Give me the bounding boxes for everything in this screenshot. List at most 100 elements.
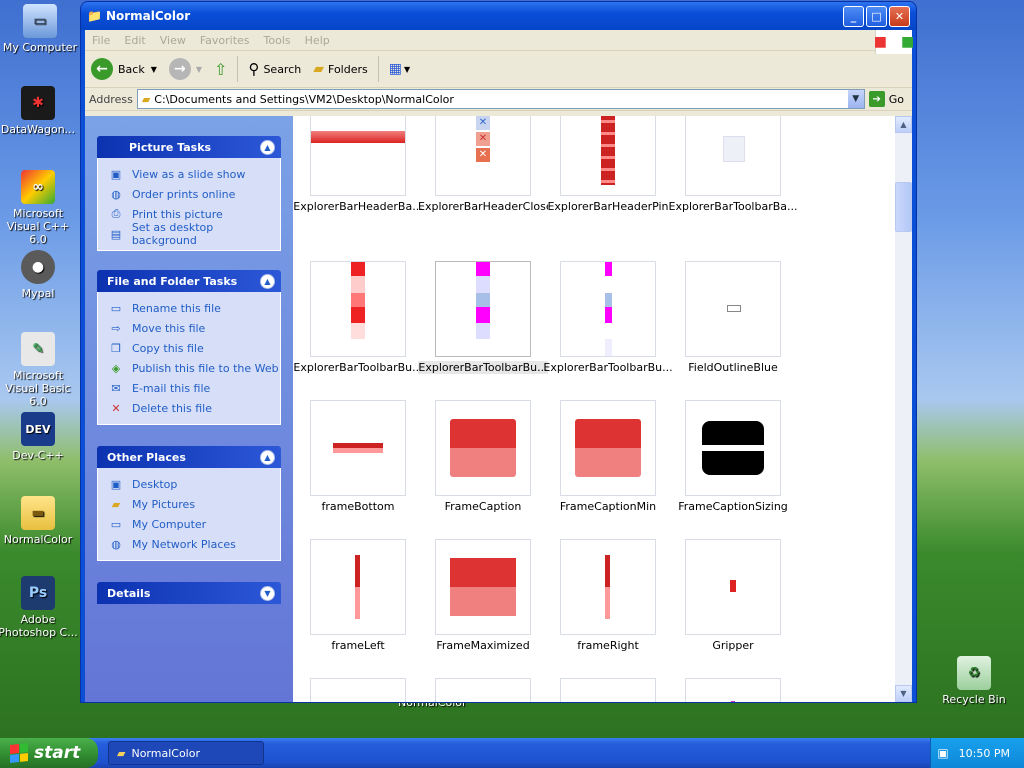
windows-flag-icon: [10, 743, 28, 763]
file-folder-tasks-header[interactable]: File and Folder Tasks ▲: [97, 270, 281, 292]
place-my-pictures[interactable]: ▰ My Pictures: [108, 494, 280, 514]
up-folder-button[interactable]: ⇧: [208, 54, 233, 84]
file-thumbnail[interactable]: ✕ ✕ ✕ ExplorerBarHeaderClose: [418, 116, 548, 213]
file-thumbnail[interactable]: FrameCaptionMin: [543, 400, 673, 513]
file-thumbnail[interactable]: frameRight: [543, 539, 673, 652]
scroll-down-button[interactable]: ▼: [895, 685, 912, 702]
collapse-chevron-icon[interactable]: ▲: [260, 450, 275, 465]
recycle-bin-icon: ♻: [957, 656, 991, 690]
go-button[interactable]: ➔ Go: [865, 91, 912, 107]
address-bar: Address ▰ C:\Documents and Settings\VM2\…: [85, 88, 912, 111]
taskbar-item-normalcolor[interactable]: ▰ NormalColor: [108, 741, 264, 765]
chevron-down-icon[interactable]: ▼: [151, 65, 157, 74]
datawagon-icon: ✱: [21, 86, 55, 120]
desktop-icon-mypal[interactable]: ● Mypal: [0, 250, 78, 300]
task-copy-file[interactable]: ❐ Copy this file: [108, 338, 280, 358]
go-label: Go: [888, 92, 904, 106]
file-thumbnail[interactable]: [418, 678, 548, 702]
thumbnail-image: ?: [560, 678, 656, 702]
menu-file[interactable]: File: [85, 34, 117, 47]
task-email-file[interactable]: ✉ E-mail this file: [108, 378, 280, 398]
title-bar[interactable]: 📁 NormalColor _ □ ✕: [81, 2, 916, 30]
back-button[interactable]: ← Back ▼: [85, 54, 163, 84]
collapse-chevron-icon[interactable]: ▲: [260, 274, 275, 289]
file-thumbnail[interactable]: ExplorerBarHeaderPin: [543, 116, 673, 213]
file-thumbnail[interactable]: frameLeft: [293, 539, 423, 652]
file-thumbnail[interactable]: ExplorerBarHeaderBa...: [293, 116, 423, 213]
task-order-prints[interactable]: ◍ Order prints online: [108, 184, 280, 204]
explorer-window: 📁 NormalColor _ □ ✕ File Edit View Favor…: [81, 2, 916, 702]
file-thumbnail[interactable]: ExplorerBarToolbarBa...: [668, 116, 798, 213]
other-places-header[interactable]: Other Places ▲: [97, 446, 281, 468]
place-my-computer[interactable]: ▭ My Computer: [108, 514, 280, 534]
thumbnail-image: [310, 116, 406, 196]
file-thumbnail[interactable]: FrameCaption: [418, 400, 548, 513]
maximize-button[interactable]: □: [866, 5, 887, 27]
place-desktop[interactable]: ▣ Desktop: [108, 474, 280, 494]
views-button[interactable]: ▦ ▼: [383, 54, 416, 84]
back-arrow-icon: ←: [91, 58, 113, 80]
file-thumbnail[interactable]: [668, 678, 798, 702]
address-field[interactable]: ▰ C:\Documents and Settings\VM2\Desktop\…: [136, 89, 865, 109]
desktop-icon-visual-basic[interactable]: ✎ Microsoft Visual Basic 6.0: [0, 332, 78, 408]
task-publish-web[interactable]: ◈ Publish this file to the Web: [108, 358, 280, 378]
scroll-thumb[interactable]: [895, 182, 912, 232]
desktop-icon-recycle-bin[interactable]: ♻ Recycle Bin: [934, 656, 1014, 706]
desktop-icon-my-computer[interactable]: ▭ My Computer: [0, 4, 80, 54]
my-computer-icon: ▭: [110, 517, 122, 531]
file-thumbnail[interactable]: FieldOutlineBlue: [668, 261, 798, 374]
chevron-down-icon[interactable]: ▼: [196, 65, 202, 74]
address-dropdown-button[interactable]: ▼: [847, 90, 864, 108]
menu-edit[interactable]: Edit: [117, 34, 152, 47]
file-thumbnail[interactable]: [293, 678, 423, 702]
start-button[interactable]: start: [0, 738, 98, 768]
details-header[interactable]: Details ▼: [97, 582, 281, 604]
clock[interactable]: 10:50 PM: [959, 747, 1010, 760]
desktop-icon-label: Mypal: [21, 287, 55, 300]
menu-favorites[interactable]: Favorites: [193, 34, 257, 47]
other-places-panel: Other Places ▲ ▣ Desktop ▰ My Pictures ▭ My…: [97, 446, 281, 561]
file-thumbnail[interactable]: ?: [543, 678, 673, 702]
desktop-icon-visual-cpp[interactable]: ∞ Microsoft Visual C++ 6.0: [0, 170, 78, 246]
vertical-scrollbar[interactable]: ▲ ▼: [895, 116, 912, 702]
file-thumbnail[interactable]: frameBottom: [293, 400, 423, 513]
file-thumbnail[interactable]: FrameMaximized: [418, 539, 548, 652]
forward-button[interactable]: → ▼: [163, 54, 208, 84]
delete-icon: ✕: [111, 401, 121, 415]
folders-button[interactable]: ▰ Folders: [307, 54, 374, 84]
taskbar: start ▰ NormalColor ▣ 10:50 PM: [0, 738, 1024, 768]
scroll-up-button[interactable]: ▲: [895, 116, 912, 133]
file-thumbnail-selected[interactable]: ExplorerBarToolbarBu...: [418, 261, 548, 374]
file-thumbnail[interactable]: FrameCaptionSizing: [668, 400, 798, 513]
desktop-icon-label: NormalColor: [3, 533, 73, 546]
close-button[interactable]: ✕: [889, 5, 910, 27]
thumbnail-image: [435, 400, 531, 496]
network-tray-icon[interactable]: ▣: [937, 746, 948, 760]
move-icon: ⇨: [111, 321, 121, 335]
desktop-icon-photoshop[interactable]: Ps Adobe Photoshop C...: [0, 576, 78, 639]
back-label: Back: [118, 62, 145, 76]
menu-view[interactable]: View: [153, 34, 193, 47]
menu-help[interactable]: Help: [298, 34, 337, 47]
minimize-button[interactable]: _: [843, 5, 864, 27]
folder-icon: 📁: [87, 9, 102, 23]
place-my-network[interactable]: ◍ My Network Places: [108, 534, 280, 554]
expand-chevron-icon[interactable]: ▼: [260, 586, 275, 601]
folders-icon: ▰: [313, 61, 325, 77]
desktop-icon-normalcolor[interactable]: ▬ NormalColor: [0, 496, 78, 546]
search-button[interactable]: ⚲ Search: [242, 54, 307, 84]
file-thumbnail[interactable]: ExplorerBarToolbarBu...: [293, 261, 423, 374]
collapse-chevron-icon[interactable]: ▲: [260, 140, 275, 155]
task-delete-file[interactable]: ✕ Delete this file: [108, 398, 280, 418]
file-thumbnail[interactable]: Gripper: [668, 539, 798, 652]
task-slide-show[interactable]: ▣ View as a slide show: [108, 164, 280, 184]
thumbnail-image: [435, 539, 531, 635]
menu-tools[interactable]: Tools: [257, 34, 298, 47]
desktop-icon-datawagon[interactable]: ✱ DataWagon...: [0, 86, 78, 136]
task-rename-file[interactable]: ▭ Rename this file: [108, 298, 280, 318]
desktop-icon-dev-cpp[interactable]: DEV Dev-C++: [0, 412, 78, 462]
file-thumbnail[interactable]: ExplorerBarToolbarBu...: [543, 261, 673, 374]
picture-tasks-header[interactable]: Picture Tasks ▲: [97, 136, 281, 158]
task-set-background[interactable]: ▤ Set as desktop background: [108, 221, 280, 247]
task-move-file[interactable]: ⇨ Move this file: [108, 318, 280, 338]
